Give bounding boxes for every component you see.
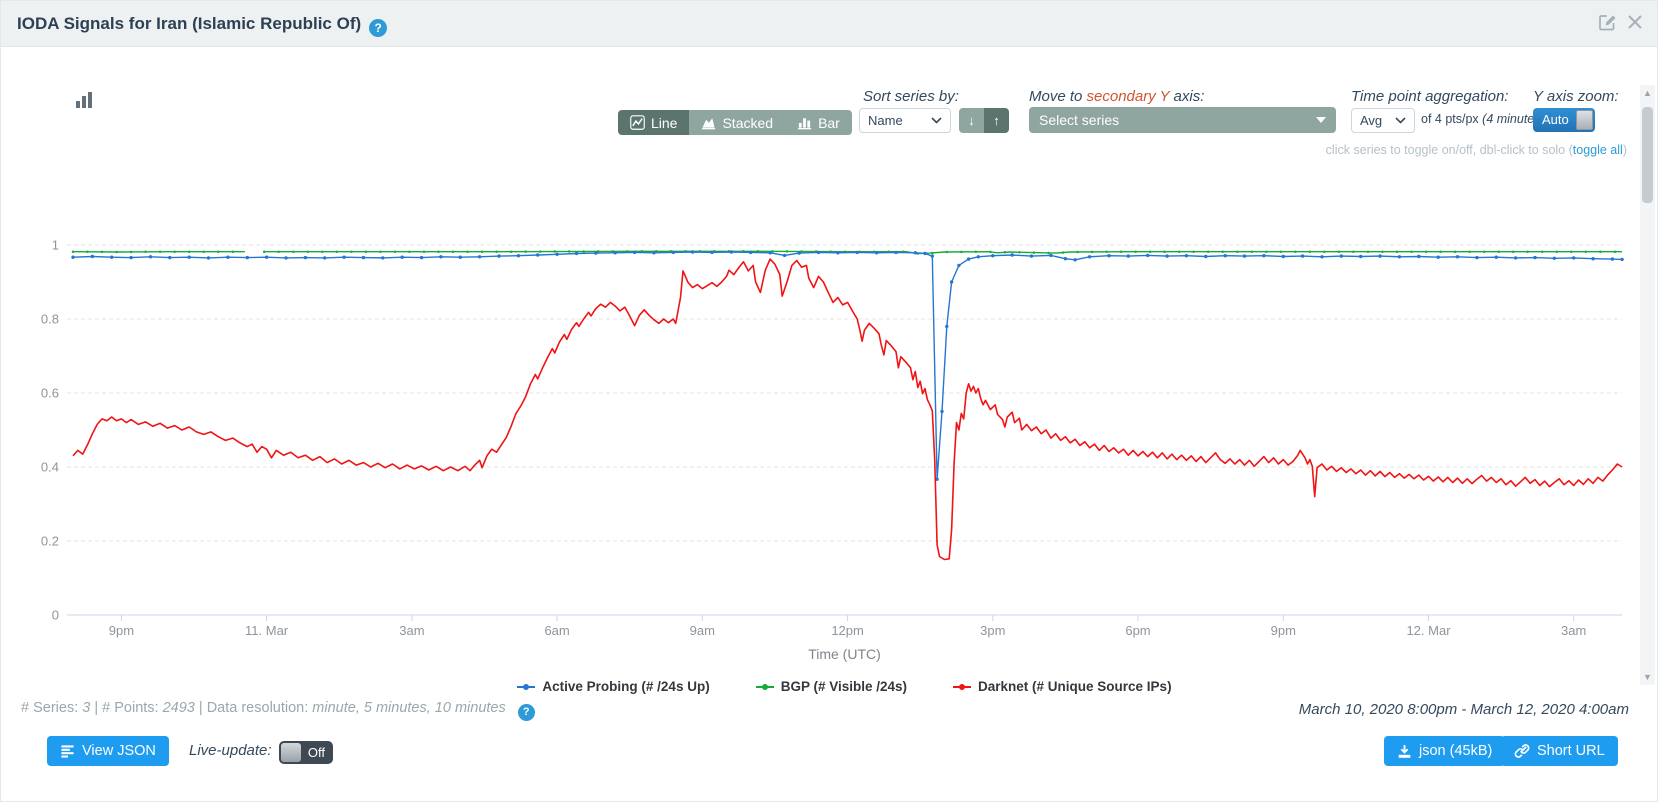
live-update-state: Off (308, 741, 325, 764)
page-title: IODA Signals for Iran (Islamic Republic … (17, 1, 387, 46)
download-json-button[interactable]: json (45kB) (1384, 736, 1505, 766)
chart-type-line-label: Line (651, 115, 677, 131)
toggle-knob (1576, 110, 1593, 130)
chart-stats: # Series: 3 | # Points: 2493 | Data reso… (21, 700, 535, 721)
chart-type-bar-button[interactable]: Bar (785, 110, 852, 135)
short-url-label: Short URL (1537, 743, 1605, 759)
svg-text:Time (UTC): Time (UTC) (808, 646, 881, 662)
svg-text:12. Mar: 12. Mar (1406, 623, 1451, 638)
y-axis-zoom-toggle[interactable]: Auto (1533, 108, 1595, 132)
edit-icon[interactable] (1597, 12, 1617, 32)
sort-direction-buttons: ↓ ↑ (959, 108, 1009, 133)
date-range: March 10, 2020 8:00pm - March 12, 2020 4… (1299, 701, 1629, 718)
select-series-placeholder: Select series (1039, 112, 1119, 128)
chevron-down-icon (931, 117, 942, 124)
svg-text:1: 1 (52, 238, 59, 253)
chevron-down-icon (1395, 117, 1406, 124)
scroll-down-icon[interactable]: ▼ (1640, 672, 1655, 682)
chart-type-bar-label: Bar (818, 115, 840, 131)
svg-text:9pm: 9pm (1271, 623, 1296, 638)
y-axis-zoom-state: Auto (1542, 108, 1569, 132)
download-json-label: json (45kB) (1419, 743, 1492, 759)
close-icon[interactable] (1627, 14, 1643, 30)
chart-type-stacked-button[interactable]: Stacked (689, 110, 785, 135)
svg-text:9am: 9am (690, 623, 715, 638)
sort-series-label: Sort series by: (863, 88, 959, 105)
legend-label: Darknet (# Unique Source IPs) (978, 679, 1172, 694)
view-json-label: View JSON (82, 743, 156, 759)
svg-text:0.6: 0.6 (41, 386, 59, 401)
secondary-axis-label: Move to secondary Y axis: (1029, 88, 1204, 105)
chevron-down-icon (1316, 117, 1326, 123)
svg-text:6am: 6am (544, 623, 569, 638)
svg-text:0: 0 (52, 608, 59, 623)
chart-type-switcher: Line Stacked Bar (618, 110, 852, 135)
title-help-icon[interactable]: ? (369, 19, 387, 37)
aggregation-value: Avg (1360, 113, 1382, 128)
legend-marker (517, 682, 535, 692)
aggregation-label: Time point aggregation: (1351, 88, 1508, 105)
svg-text:0.8: 0.8 (41, 312, 59, 327)
svg-text:6pm: 6pm (1125, 623, 1150, 638)
page-title-text: IODA Signals for Iran (Islamic Republic … (17, 14, 361, 33)
legend-item-active-probing[interactable]: Active Probing (# /24s Up) (517, 679, 709, 694)
sort-series-select[interactable]: Name (859, 108, 951, 133)
legend-label: BGP (# Visible /24s) (781, 679, 907, 694)
svg-text:11. Mar: 11. Mar (245, 623, 289, 638)
bar-chart-icon (797, 115, 812, 130)
link-icon (1514, 743, 1530, 759)
svg-text:0.4: 0.4 (41, 460, 59, 475)
download-icon (1397, 744, 1412, 759)
stats-help-icon[interactable]: ? (518, 704, 535, 721)
stacked-chart-icon (701, 115, 716, 130)
scroll-up-icon[interactable]: ▲ (1640, 88, 1655, 98)
chart-glyph-icon (75, 91, 95, 109)
legend-marker (953, 682, 971, 692)
legend-item-bgp[interactable]: BGP (# Visible /24s) (756, 679, 907, 694)
live-update-toggle[interactable]: Off (279, 741, 333, 764)
legend-marker (756, 682, 774, 692)
chart-plot-area[interactable]: 0 0.2 0.4 0.6 0.8 1 9pm 11. Mar 3am 6am 9am 12pm 3pm… (1, 161, 1658, 676)
svg-text:3am: 3am (1561, 623, 1586, 638)
live-update-label: Live-update: (189, 742, 272, 759)
scrollbar-thumb[interactable] (1642, 107, 1653, 203)
svg-text:9pm: 9pm (109, 623, 134, 638)
legend-item-darknet[interactable]: Darknet (# Unique Source IPs) (953, 679, 1172, 694)
chart-legend: Active Probing (# /24s Up) BGP (# Visibl… (67, 679, 1622, 694)
toggle-all-link[interactable]: toggle all (1573, 143, 1623, 157)
svg-text:0.2: 0.2 (41, 534, 59, 549)
sort-descending-button[interactable]: ↓ (959, 108, 984, 133)
svg-text:3pm: 3pm (980, 623, 1005, 638)
ioda-signals-modal: IODA Signals for Iran (Islamic Republic … (0, 0, 1658, 802)
aggregation-select[interactable]: Avg (1351, 108, 1415, 133)
short-url-button[interactable]: Short URL (1501, 736, 1618, 766)
aggregation-note: of 4 pts/px (4 minutes) (1421, 112, 1545, 126)
view-json-button[interactable]: View JSON (47, 736, 169, 766)
legend-label: Active Probing (# /24s Up) (542, 679, 709, 694)
svg-text:3am: 3am (399, 623, 424, 638)
sort-series-value: Name (868, 113, 903, 128)
svg-text:12pm: 12pm (831, 623, 864, 638)
scrollbar[interactable]: ▲ ▼ (1640, 85, 1655, 685)
select-series-dropdown[interactable]: Select series (1029, 107, 1336, 133)
sort-ascending-button[interactable]: ↑ (984, 108, 1009, 133)
view-json-icon (60, 744, 75, 759)
y-axis-zoom-label: Y axis zoom: (1533, 88, 1619, 105)
toggle-knob (281, 743, 301, 762)
modal-header: IODA Signals for Iran (Islamic Republic … (1, 1, 1657, 47)
series-toggle-hint: click series to toggle on/off, dbl-click… (1326, 143, 1627, 157)
line-chart-icon (630, 115, 645, 130)
chart-type-stacked-label: Stacked (722, 115, 773, 131)
chart-type-line-button[interactable]: Line (618, 110, 689, 135)
